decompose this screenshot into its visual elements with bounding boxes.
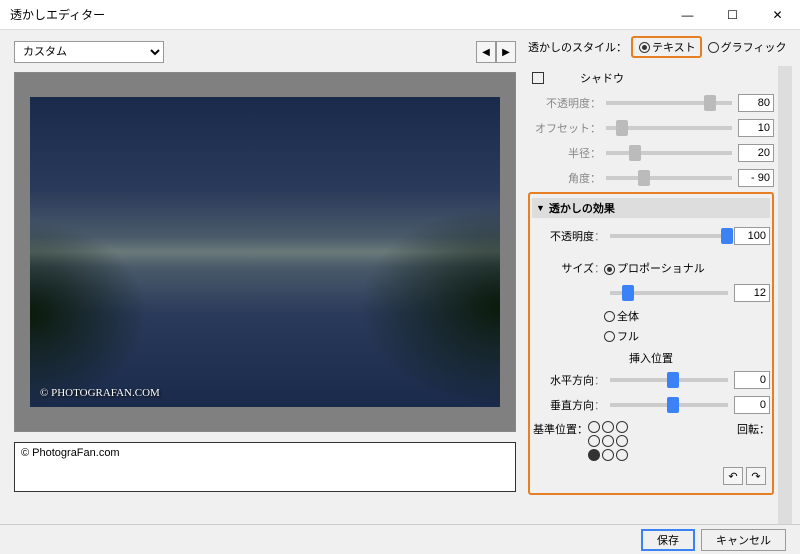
shadow-checkbox[interactable] <box>532 72 544 84</box>
shadow-radius-slider[interactable] <box>606 151 732 155</box>
rotate-cw-button[interactable]: ↷ <box>746 467 766 485</box>
style-row: 透かしのスタイル： テキスト グラフィック <box>528 36 792 58</box>
scrollbar-thumb[interactable] <box>778 246 792 366</box>
shadow-radius-label: 半径 <box>528 145 590 161</box>
shadow-offset-value[interactable]: 10 <box>738 119 774 137</box>
anchor-grid[interactable] <box>588 421 630 463</box>
next-button[interactable]: ▶ <box>496 41 516 63</box>
shadow-offset-label: オフセット <box>528 120 590 136</box>
save-button[interactable]: 保存 <box>641 529 695 551</box>
horizontal-value[interactable]: 0 <box>734 371 770 389</box>
size-value[interactable]: 12 <box>734 284 770 302</box>
shadow-title: シャドウ <box>580 70 624 86</box>
vertical-slider[interactable] <box>610 403 728 407</box>
size-slider[interactable] <box>610 291 728 295</box>
cancel-button[interactable]: キャンセル <box>701 529 786 551</box>
maximize-button[interactable]: ☐ <box>710 0 755 30</box>
style-graphic-radio[interactable]: グラフィック <box>708 39 787 55</box>
shadow-header-row: シャドウ <box>528 66 774 90</box>
minimize-button[interactable]: ― <box>665 0 710 30</box>
shadow-offset-slider[interactable] <box>606 126 732 130</box>
shadow-angle-value[interactable]: - 90 <box>738 169 774 187</box>
title-bar: 透かしエディター ― ☐ ✕ <box>0 0 800 30</box>
prev-button[interactable]: ◀ <box>476 41 496 63</box>
preset-select[interactable]: カスタム <box>14 41 164 63</box>
vertical-label: 垂直方向 <box>532 397 594 413</box>
shadow-angle-label: 角度 <box>528 170 590 186</box>
size-proportional-radio[interactable]: プロポーショナル <box>604 260 705 276</box>
rotate-label: 回転： <box>737 421 770 437</box>
anchor-label: 基準位置： <box>532 421 588 437</box>
shadow-opacity-slider[interactable] <box>606 101 732 105</box>
effects-opacity-value[interactable]: 100 <box>734 227 770 245</box>
watermark-preview-text: © PHOTOGRAFAN.COM <box>40 387 160 399</box>
shadow-angle-slider[interactable] <box>606 176 732 180</box>
collapse-icon: ▼ <box>536 203 545 213</box>
effects-opacity-slider[interactable] <box>610 234 728 238</box>
horizontal-slider[interactable] <box>610 378 728 382</box>
style-label: 透かしのスタイル： <box>528 39 627 55</box>
rotate-ccw-button[interactable]: ↶ <box>723 467 743 485</box>
shadow-opacity-value[interactable]: 80 <box>738 94 774 112</box>
vertical-value[interactable]: 0 <box>734 396 770 414</box>
preview-image: © PHOTOGRAFAN.COM <box>30 97 500 407</box>
effects-header[interactable]: ▼透かしの効果 <box>532 198 770 218</box>
footer: 保存 キャンセル <box>0 524 800 554</box>
position-title: 挿入位置 <box>532 350 770 366</box>
preview-area: © PHOTOGRAFAN.COM <box>14 72 516 432</box>
watermark-text-input[interactable]: © PhotograFan.com <box>14 442 516 492</box>
style-text-highlight: テキスト <box>631 36 702 58</box>
style-text-radio[interactable]: テキスト <box>639 39 696 55</box>
close-button[interactable]: ✕ <box>755 0 800 30</box>
size-fit-radio[interactable]: 全体 <box>604 306 770 326</box>
size-label: サイズ <box>532 260 594 276</box>
size-fill-radio[interactable]: フル <box>604 326 770 346</box>
window-title: 透かしエディター <box>10 6 105 23</box>
effects-highlight-panel: ▼透かしの効果 不透明度：100 サイズ：プロポーショナル 12 全体 フル 挿… <box>528 192 774 495</box>
horizontal-label: 水平方向 <box>532 372 594 388</box>
shadow-opacity-label: 不透明度 <box>528 95 590 111</box>
effects-opacity-label: 不透明度 <box>532 228 594 244</box>
shadow-radius-value[interactable]: 20 <box>738 144 774 162</box>
